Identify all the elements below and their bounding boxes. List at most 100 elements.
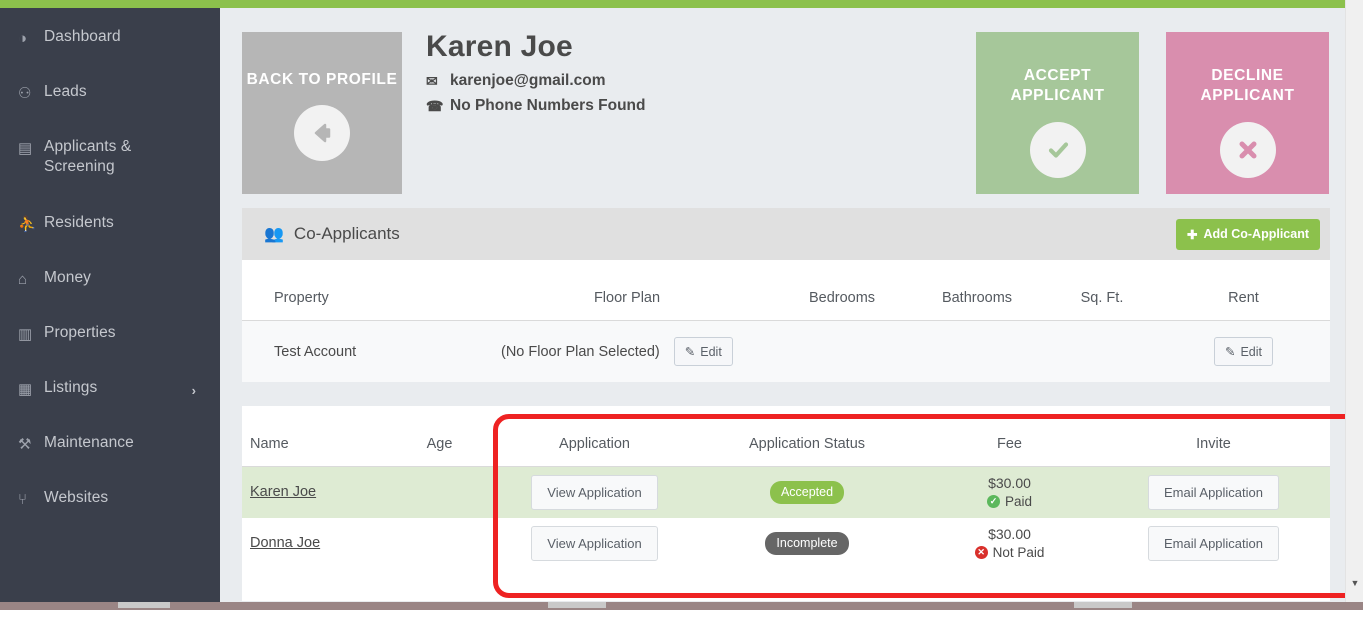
sitemap-icon: ⑂ xyxy=(18,491,28,508)
sidebar-content-gap xyxy=(220,8,228,602)
sidebar-item-label: Properties xyxy=(44,324,116,341)
property-bathrooms-cell xyxy=(907,320,1047,382)
co-applicants-title: Co-Applicants xyxy=(293,224,400,243)
sidebar-item-residents[interactable]: ⛹ Residents xyxy=(0,208,220,263)
back-to-profile-button[interactable]: BACK TO PROFILE xyxy=(242,32,402,194)
co-applicants-title-group: 👥 Co-Applicants xyxy=(264,224,400,244)
sidebar-item-money[interactable]: ⌂ Money xyxy=(0,263,220,318)
user-plus-icon: ⚇ xyxy=(18,85,32,102)
bottom-chrome-strip xyxy=(0,602,1363,610)
main-content: BACK TO PROFILE Karen Joe ✉ karenjoe@gma… xyxy=(228,8,1363,602)
applicant-status-cell: Incomplete xyxy=(692,518,922,569)
bottom-page-area xyxy=(0,610,1363,639)
applicants-col-fee: Fee xyxy=(922,406,1097,467)
bottom-chrome-tab xyxy=(118,602,170,608)
property-name-cell: Test Account xyxy=(242,320,477,382)
fee-status: Paid xyxy=(1004,494,1033,510)
applicants-col-age: Age xyxy=(382,406,497,467)
applicant-invite-cell: Email Application xyxy=(1097,466,1330,518)
view-application-button[interactable]: View Application xyxy=(531,525,658,561)
edit-floorplan-button[interactable]: ✎ Edit xyxy=(673,337,733,366)
wrench-icon: ⚒ xyxy=(18,436,32,453)
edit-rent-label: Edit xyxy=(1240,344,1263,359)
fee-status: Not Paid xyxy=(992,545,1045,560)
applicant-name-link[interactable]: Karen Joe xyxy=(250,484,316,500)
co-applicants-panel: 👥 Co-Applicants ✚ Add Co-Applicant Prope… xyxy=(242,208,1330,382)
add-co-applicant-button[interactable]: ✚ Add Co-Applicant xyxy=(1175,218,1320,250)
edit-rent-button[interactable]: ✎ Edit xyxy=(1213,337,1274,366)
property-col-rent: Rent xyxy=(1157,260,1330,321)
sidebar-item-dashboard[interactable]: ◑ Dashboard xyxy=(0,22,220,77)
applicant-email-row: ✉ karenjoe@gmail.com xyxy=(426,72,645,90)
sidebar-item-listings[interactable]: ▦ Listings › xyxy=(0,373,220,428)
sidebar-item-label: Websites xyxy=(44,489,109,506)
sidebar-item-applicants-screening[interactable]: ▤ Applicants & Screening xyxy=(0,132,220,208)
building-icon: ▥ xyxy=(18,326,33,343)
applicant-name-link[interactable]: Donna Joe xyxy=(250,535,320,551)
envelope-icon: ✉ xyxy=(426,72,438,89)
sidebar-item-label: Money xyxy=(44,269,92,286)
sidebar-item-properties[interactable]: ▥ Properties xyxy=(0,318,220,373)
applicant-status-cell: Accepted xyxy=(692,466,922,518)
applicants-table: Name Age Application Application Status … xyxy=(242,406,1330,569)
property-table: Property Floor Plan Bedrooms Bathrooms S… xyxy=(242,260,1330,382)
property-sqft-cell xyxy=(1047,320,1157,382)
property-col-sqft: Sq. Ft. xyxy=(1047,260,1157,321)
fee-amount: $30.00 xyxy=(988,475,1031,492)
phone-icon: ☎ xyxy=(426,97,444,114)
applicant-name-cell: Karen Joe xyxy=(242,466,382,518)
accept-applicant-button[interactable]: ACCEPT APPLICANT xyxy=(976,32,1139,194)
edit-floorplan-label: Edit xyxy=(700,344,722,359)
decline-applicant-button[interactable]: DECLINE APPLICANT xyxy=(1166,32,1329,194)
document-icon: ▤ xyxy=(18,140,33,157)
view-application-button[interactable]: View Application xyxy=(531,474,658,510)
property-table-header-row: Property Floor Plan Bedrooms Bathrooms S… xyxy=(242,260,1330,321)
sidebar-item-websites[interactable]: ⑂ Websites xyxy=(0,483,220,538)
sidebar-item-leads[interactable]: ⚇ Leads xyxy=(0,77,220,132)
sidebar-item-maintenance[interactable]: ⚒ Maintenance xyxy=(0,428,220,483)
applicant-application-cell: View Application xyxy=(497,518,692,569)
pencil-square-icon: ✎ xyxy=(1224,345,1236,359)
check-circle-icon: ✓ xyxy=(986,495,1000,509)
sidebar-item-label: Maintenance xyxy=(44,434,134,451)
applicant-age-cell xyxy=(382,518,497,569)
table-row: Test Account (No Floor Plan Selected) ✎ … xyxy=(242,320,1330,382)
scroll-down-arrow-icon[interactable]: ▼ xyxy=(1346,578,1363,588)
bank-icon: ⌂ xyxy=(18,271,28,288)
email-application-button[interactable]: Email Application xyxy=(1148,525,1279,561)
co-applicants-panel-header: 👥 Co-Applicants ✚ Add Co-Applicant xyxy=(242,208,1330,260)
decline-applicant-label: DECLINE APPLICANT xyxy=(1200,67,1295,105)
sidebar-item-label: Dashboard xyxy=(44,28,121,45)
sidebar-item-label: Leads xyxy=(44,83,87,100)
sidebar-item-label: Listings xyxy=(44,379,98,396)
sidebar-item-label: Applicants & Screening xyxy=(44,138,132,176)
property-col-floorplan: Floor Plan xyxy=(477,260,777,321)
add-co-applicant-label: Add Co-Applicant xyxy=(1203,227,1309,241)
dashboard-icon: ◑ xyxy=(18,30,28,47)
applicant-name-cell: Donna Joe xyxy=(242,518,382,569)
applicants-col-application: Application xyxy=(497,406,692,467)
times-circle-icon xyxy=(1219,121,1276,178)
email-application-button[interactable]: Email Application xyxy=(1148,474,1279,510)
status-badge: Incomplete xyxy=(765,531,849,555)
vertical-scrollbar[interactable]: ▼ xyxy=(1345,0,1363,602)
property-col-property: Property xyxy=(242,260,477,321)
list-icon: ▦ xyxy=(18,381,33,398)
users-icon: 👥 xyxy=(264,226,284,243)
applicants-col-invite: Invite xyxy=(1097,406,1330,467)
sidebar-item-label: Residents xyxy=(44,214,114,231)
applicant-name: Karen Joe xyxy=(426,30,573,63)
property-col-bathrooms: Bathrooms xyxy=(907,260,1047,321)
applicant-application-cell: View Application xyxy=(497,466,692,518)
applicants-col-status: Application Status xyxy=(692,406,922,467)
applicant-fee-cell: $30.00 ✓ Paid xyxy=(922,466,1097,518)
status-badge: Accepted xyxy=(769,480,845,504)
property-col-bedrooms: Bedrooms xyxy=(777,260,907,321)
applicants-col-name: Name xyxy=(242,406,382,467)
property-floorplan-cell: (No Floor Plan Selected) ✎ Edit xyxy=(477,320,777,382)
plus-circle-icon: ✚ xyxy=(1186,227,1198,242)
fee-amount: $30.00 xyxy=(988,526,1031,542)
property-bedrooms-cell xyxy=(777,320,907,382)
check-circle-icon xyxy=(1029,121,1086,178)
applicant-invite-cell: Email Application xyxy=(1097,518,1330,569)
